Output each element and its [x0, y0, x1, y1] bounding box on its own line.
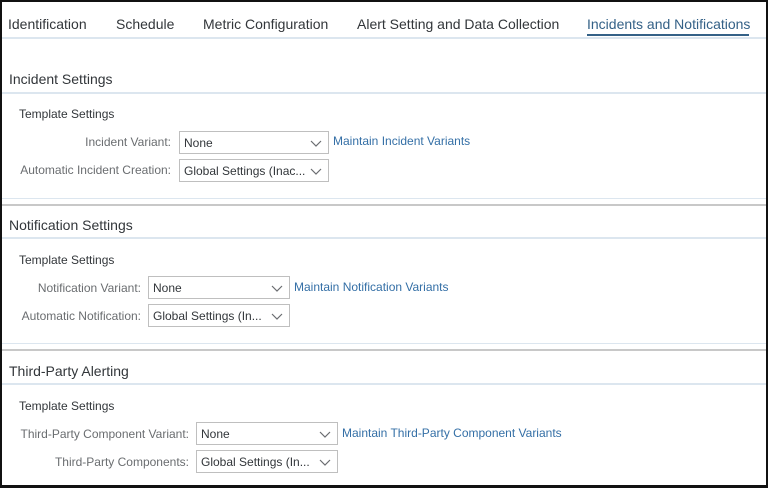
divider — [2, 198, 766, 199]
automatic-notification-label: Automatic Notification: — [21, 309, 141, 323]
divider — [2, 92, 766, 94]
incident-settings-title: Incident Settings — [9, 71, 113, 87]
window-border — [0, 0, 768, 488]
section-separator — [2, 204, 766, 206]
incident-template-settings: Template Settings — [19, 107, 115, 121]
chevron-down-icon — [310, 168, 322, 175]
chevron-down-icon — [310, 140, 322, 147]
divider — [2, 237, 766, 239]
tab-incidents-notifications[interactable]: Incidents and Notifications — [587, 16, 750, 32]
third-party-alerting-title: Third-Party Alerting — [9, 363, 129, 379]
chevron-down-icon — [319, 431, 331, 438]
third-party-template-settings: Template Settings — [19, 399, 115, 413]
tab-identification[interactable]: Identification — [8, 16, 87, 32]
divider — [2, 383, 766, 385]
notification-variant-select[interactable]: None — [148, 276, 290, 299]
incident-variant-label: Incident Variant: — [85, 135, 171, 149]
selected-value: Global Settings (In... — [153, 309, 262, 323]
active-tab-indicator — [587, 34, 749, 36]
tab-schedule[interactable]: Schedule — [116, 16, 174, 32]
maintain-incident-variants-link[interactable]: Maintain Incident Variants — [333, 134, 470, 148]
selected-value: Global Settings (Inac... — [184, 164, 306, 178]
notification-variant-label: Notification Variant: — [37, 281, 141, 295]
tab-metric-configuration[interactable]: Metric Configuration — [203, 16, 328, 32]
selected-value: None — [153, 281, 182, 295]
divider — [2, 343, 766, 344]
third-party-component-variant-select[interactable]: None — [196, 422, 338, 445]
notification-settings-title: Notification Settings — [9, 217, 133, 233]
third-party-component-variant-label: Third-Party Component Variant: — [20, 427, 189, 441]
section-separator — [2, 349, 766, 351]
incident-variant-select[interactable]: None — [179, 131, 329, 154]
chevron-down-icon — [271, 313, 283, 320]
selected-value: None — [201, 427, 230, 441]
automatic-incident-creation-select[interactable]: Global Settings (Inac... — [179, 159, 329, 182]
maintain-third-party-variants-link[interactable]: Maintain Third-Party Component Variants — [342, 426, 562, 440]
selected-value: None — [184, 136, 213, 150]
chevron-down-icon — [319, 459, 331, 466]
selected-value: Global Settings (In... — [201, 455, 310, 469]
maintain-notification-variants-link[interactable]: Maintain Notification Variants — [294, 280, 449, 294]
automatic-notification-select[interactable]: Global Settings (In... — [148, 304, 290, 327]
notification-template-settings: Template Settings — [19, 253, 115, 267]
third-party-components-label: Third-Party Components: — [54, 455, 189, 469]
tab-alert-setting[interactable]: Alert Setting and Data Collection — [357, 16, 559, 32]
chevron-down-icon — [271, 285, 283, 292]
third-party-components-select[interactable]: Global Settings (In... — [196, 450, 338, 473]
automatic-incident-creation-label: Automatic Incident Creation: — [20, 163, 171, 177]
